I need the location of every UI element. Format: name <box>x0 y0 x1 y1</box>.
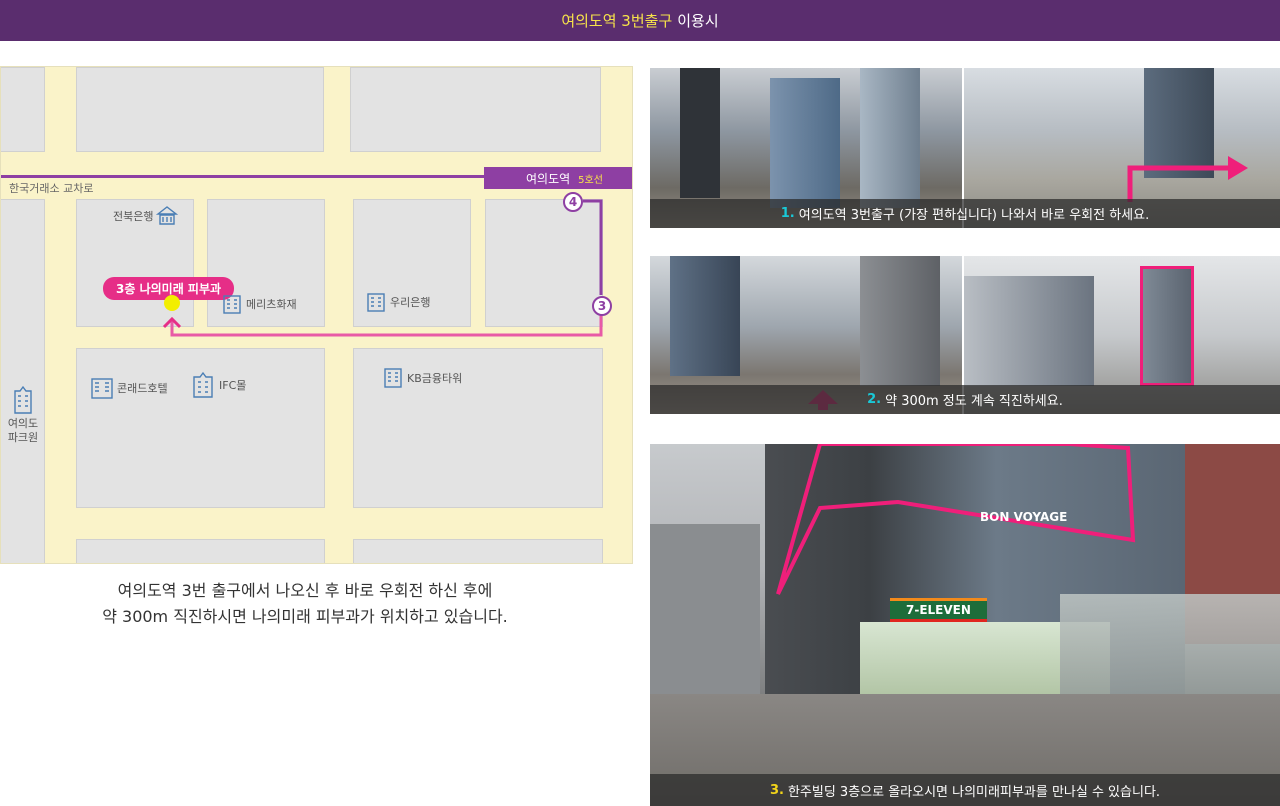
bon-voyage-sign: BON VOYAGE <box>980 510 1068 524</box>
directions-text: 여의도역 3번 출구에서 나오신 후 바로 우회전 하신 후에 약 300m 직… <box>102 581 508 626</box>
place-ifc-mall: IFC몰 <box>190 371 246 399</box>
building-icon <box>384 368 402 388</box>
exit-3-marker: 3 <box>592 296 612 316</box>
mall-icon <box>193 371 213 398</box>
building-icon <box>223 295 241 314</box>
right-turn-arrow-icon <box>1127 156 1248 202</box>
step-3-photo: BON VOYAGE 7-ELEVEN 3. 한주빌딩 3층으로 올라오시면 나… <box>650 444 1280 806</box>
page-header: 여의도역 3번출구 이용시 <box>0 0 1280 41</box>
step-2-photo: 2. 약 300m 정도 계속 직진하세요. <box>650 256 1280 414</box>
step-1-photo: 1. 여의도역 3번출구 (가장 편하십니다) 나와서 바로 우회전 하세요. <box>650 68 1280 228</box>
location-map: 한국거래소 교차로 여의도역 5호선 4 3 3층 나의미래 피부과 전북은행 … <box>0 66 633 564</box>
step-1-caption: 1. 여의도역 3번출구 (가장 편하십니다) 나와서 바로 우회전 하세요. <box>650 199 1280 228</box>
place-woori-bank: 우리은행 <box>365 291 430 313</box>
step-2-caption: 2. 약 300m 정도 계속 직진하세요. <box>650 385 1280 414</box>
building-icon <box>367 293 385 312</box>
seven-eleven-sign: 7-ELEVEN <box>890 598 987 622</box>
place-meritz: 메리츠화재 <box>221 293 297 315</box>
place-jeonbuk-bank: 전북은행 <box>113 205 179 227</box>
building-icon <box>14 385 32 414</box>
place-parkone: 여의도 파크원 <box>3 385 43 445</box>
hotel-icon <box>91 378 113 399</box>
header-highlight: 여의도역 3번출구 <box>561 12 673 30</box>
step-3-caption: 3. 한주빌딩 3층으로 올라오시면 나의미래피부과를 만나실 수 있습니다. <box>650 774 1280 806</box>
header-text: 이용시 <box>677 12 719 30</box>
route-path <box>170 199 603 337</box>
clinic-marker <box>164 295 180 311</box>
bank-icon <box>156 206 179 225</box>
exit-4-marker: 4 <box>563 192 583 212</box>
place-conrad-hotel: 콘래드호텔 <box>90 376 168 400</box>
up-arrow-icon <box>162 316 182 329</box>
place-kb-tower: KB금융타워 <box>382 367 462 389</box>
